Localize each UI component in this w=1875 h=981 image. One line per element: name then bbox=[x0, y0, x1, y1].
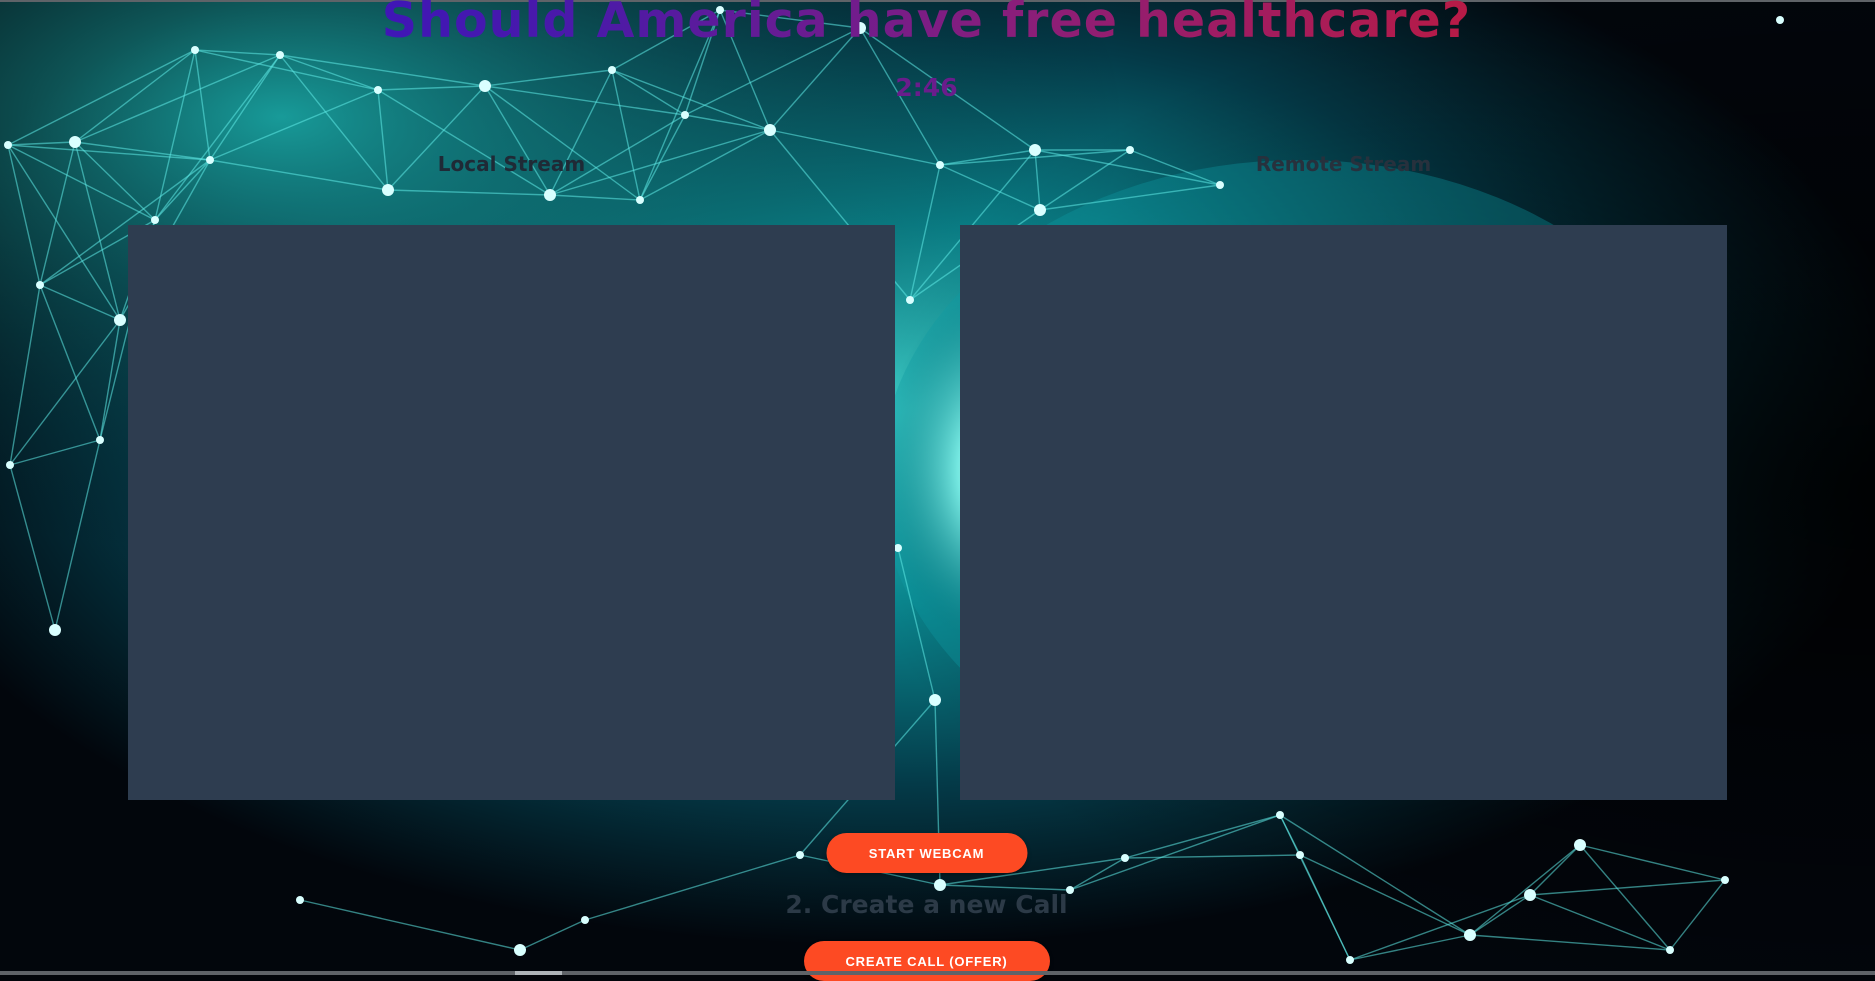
network-node bbox=[1276, 811, 1284, 819]
network-node bbox=[4, 141, 12, 149]
network-node bbox=[936, 161, 944, 169]
network-node bbox=[906, 296, 914, 304]
network-node bbox=[151, 216, 159, 224]
network-node bbox=[36, 281, 44, 289]
network-node bbox=[69, 136, 81, 148]
network-node bbox=[1296, 851, 1304, 859]
network-node bbox=[1216, 181, 1224, 189]
network-node bbox=[96, 436, 104, 444]
network-node bbox=[1346, 956, 1354, 964]
network-node bbox=[636, 196, 644, 204]
horizontal-scrollbar[interactable] bbox=[0, 971, 1875, 975]
network-node bbox=[1121, 854, 1129, 862]
remote-video bbox=[960, 225, 1727, 800]
countdown-timer: 2:46 bbox=[895, 73, 958, 102]
debate-title: Should America have free healthcare? bbox=[0, 0, 1853, 49]
network-node bbox=[929, 694, 941, 706]
network-node bbox=[544, 189, 556, 201]
remote-stream-label: Remote Stream bbox=[1255, 152, 1432, 176]
network-node bbox=[1721, 876, 1729, 884]
network-node bbox=[1464, 929, 1476, 941]
network-node bbox=[1034, 204, 1046, 216]
network-node bbox=[764, 124, 776, 136]
local-video bbox=[128, 225, 895, 800]
network-node bbox=[894, 544, 902, 552]
scrollbar-thumb[interactable] bbox=[515, 971, 562, 975]
network-node bbox=[276, 51, 284, 59]
start-webcam-button[interactable]: START WEBCAM bbox=[826, 833, 1027, 873]
local-stream-label: Local Stream bbox=[437, 152, 586, 176]
network-node bbox=[796, 851, 804, 859]
network-node bbox=[1666, 946, 1674, 954]
network-node bbox=[49, 624, 61, 636]
network-node bbox=[114, 314, 126, 326]
create-call-heading: 2. Create a new Call bbox=[785, 890, 1068, 919]
create-call-button[interactable]: CREATE CALL (OFFER) bbox=[803, 941, 1050, 981]
network-node bbox=[6, 461, 14, 469]
network-node bbox=[514, 944, 526, 956]
network-node bbox=[382, 184, 394, 196]
network-node bbox=[681, 111, 689, 119]
network-node bbox=[1574, 839, 1586, 851]
